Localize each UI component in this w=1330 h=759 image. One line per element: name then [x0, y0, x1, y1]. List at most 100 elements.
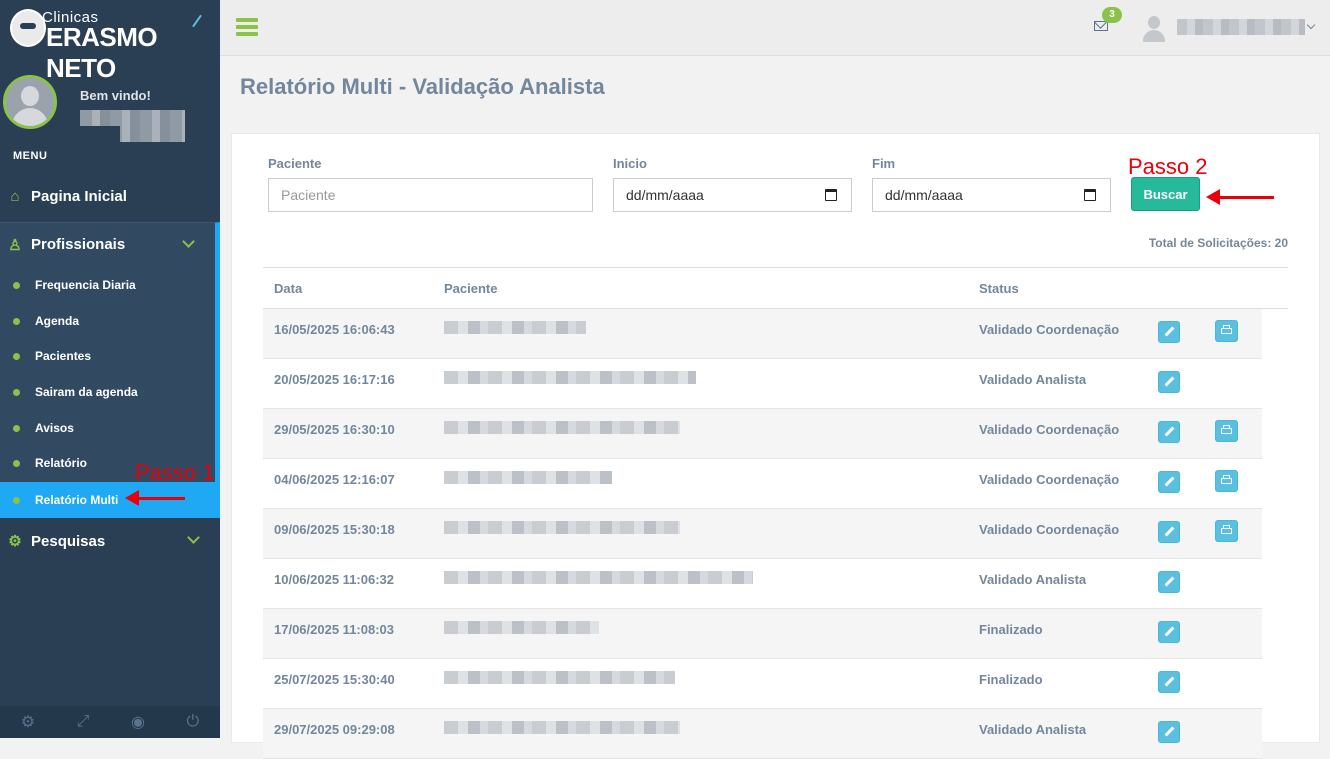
edit-button[interactable] — [1158, 671, 1180, 693]
row-date: 16/05/2025 16:06:43 — [274, 322, 395, 337]
total-solicitacoes: Total de Solicitações: 20 — [1148, 236, 1288, 250]
edit-button[interactable] — [1158, 571, 1180, 593]
user-avatar[interactable] — [1142, 14, 1166, 42]
user-name-redacted — [80, 110, 185, 142]
paciente-input[interactable]: Paciente — [268, 178, 593, 212]
edit-button[interactable] — [1158, 471, 1180, 493]
table-row: 17/06/2025 11:08:03 Finalizado — [263, 609, 1262, 659]
submenu-item-avisos[interactable]: Avisos — [0, 410, 220, 446]
row-status: Validado Coordenação — [979, 422, 1120, 437]
inicio-date-input[interactable]: dd/mm/aaaa — [613, 178, 852, 212]
row-status: Validado Coordenação — [979, 522, 1120, 537]
edit-button[interactable] — [1158, 421, 1180, 443]
row-date: 29/07/2025 09:29:08 — [274, 722, 395, 737]
chevron-down-icon — [187, 531, 200, 544]
sidebar-item-pagina-inicial[interactable]: ⌂ Pagina Inicial — [0, 174, 220, 218]
row-status: Validado Analista — [979, 372, 1087, 387]
patient-name-redacted — [444, 671, 675, 684]
patient-name-redacted — [444, 721, 680, 734]
calendar-icon[interactable] — [1084, 189, 1096, 201]
page-title: Relatório Multi - Validação Analista — [240, 74, 605, 99]
submenu-item-relatorio-multi[interactable]: Relatório Multi — [0, 482, 220, 518]
submenu-item-frequencia-diaria[interactable]: Frequencia Diaria — [0, 267, 220, 303]
logo-big-text: ERASMO NETO — [46, 22, 158, 83]
annotation-arrow-step2 — [1206, 189, 1274, 205]
table-row: 25/07/2025 15:30:40 Finalizado — [263, 659, 1262, 709]
fim-date-value: dd/mm/aaaa — [885, 187, 963, 203]
row-date: 09/06/2025 15:30:18 — [274, 522, 395, 537]
avatar — [3, 75, 57, 129]
mail-count-badge: 3 — [1102, 7, 1122, 23]
table-row: 29/05/2025 16:30:10 Validado Coordenação — [263, 409, 1262, 459]
menu-title: MENU — [13, 150, 48, 162]
annotation-step2: Passo 2 — [1128, 154, 1208, 179]
patient-name-redacted — [444, 321, 586, 334]
sidebar-item-label: Pesquisas — [31, 532, 106, 550]
edit-button[interactable] — [1158, 721, 1180, 743]
edit-button[interactable] — [1158, 621, 1180, 643]
envelope-icon[interactable] — [1094, 21, 1108, 31]
welcome-text: Bem vindo! — [80, 88, 151, 103]
top-navbar: 3 — [220, 0, 1330, 56]
patient-name-redacted — [444, 571, 753, 584]
settings-icon[interactable]: ⚙ — [21, 712, 35, 732]
row-date: 29/05/2025 16:30:10 — [274, 422, 395, 437]
sidebar-item-profissionais[interactable]: ♙ Profissionais — [0, 222, 220, 266]
sidebar: Clinicas ERASMO NETO Bem vindo! MENU ⌂ P… — [0, 0, 220, 738]
row-status: Finalizado — [979, 672, 1043, 687]
buscar-button[interactable]: Buscar — [1131, 177, 1200, 211]
print-button[interactable] — [1215, 320, 1238, 342]
row-status: Validado Coordenação — [979, 472, 1120, 487]
fim-label: Fim — [872, 156, 896, 171]
edit-button[interactable] — [1158, 371, 1180, 393]
edit-button[interactable] — [1158, 521, 1180, 543]
table-row: 20/05/2025 16:17:16 Validado Analista — [263, 359, 1262, 409]
fullscreen-icon[interactable]: ⤢ — [77, 713, 90, 731]
column-header-status[interactable]: Status — [979, 281, 1019, 296]
row-date: 25/07/2025 15:30:40 — [274, 672, 395, 687]
table-row: 09/06/2025 15:30:18 Validado Coordenação — [263, 509, 1262, 559]
patient-name-redacted — [444, 371, 696, 384]
column-header-paciente[interactable]: Paciente — [444, 281, 497, 296]
row-status: Finalizado — [979, 622, 1043, 637]
submenu-item-agenda[interactable]: Agenda — [0, 303, 220, 339]
inicio-label: Inicio — [613, 156, 647, 171]
edit-button[interactable] — [1158, 321, 1180, 343]
annotation-step1: Passo 1 — [135, 460, 215, 485]
calendar-icon[interactable] — [825, 189, 837, 201]
power-icon[interactable]: ⏻ — [187, 713, 200, 731]
sidebar-footer: ⚙ ⤢ ◉ ⏻ — [0, 706, 220, 738]
patient-name-redacted — [444, 621, 599, 634]
sidebar-item-pesquisas[interactable]: ⚙ Pesquisas — [0, 519, 220, 563]
table-row: 10/06/2025 11:06:32 Validado Analista — [263, 559, 1262, 609]
chevron-down-icon[interactable] — [1306, 20, 1316, 30]
print-button[interactable] — [1215, 420, 1238, 442]
print-button[interactable] — [1215, 520, 1238, 542]
patient-name-redacted — [444, 421, 680, 434]
row-date: 10/06/2025 11:06:32 — [274, 572, 394, 587]
row-status: Validado Analista — [979, 572, 1087, 587]
row-date: 20/05/2025 16:17:16 — [274, 372, 395, 387]
clinic-logo[interactable]: Clinicas ERASMO NETO — [0, 0, 220, 83]
eye-slash-icon[interactable]: ◉ — [131, 712, 145, 732]
sidebar-item-label: Profissionais — [31, 236, 126, 253]
fim-date-input[interactable]: dd/mm/aaaa — [872, 178, 1111, 212]
menu-toggle-icon[interactable] — [236, 18, 258, 36]
users-icon: ♙ — [8, 236, 22, 254]
column-header-data[interactable]: Data — [274, 281, 302, 296]
patient-name-redacted — [444, 471, 612, 484]
table-row: 04/06/2025 12:16:07 Validado Coordenação — [263, 459, 1262, 509]
patient-name-redacted — [444, 521, 680, 534]
row-date: 17/06/2025 11:08:03 — [274, 622, 394, 637]
chevron-down-icon — [182, 235, 195, 248]
user-name-redacted[interactable] — [1177, 19, 1305, 35]
print-button[interactable] — [1215, 470, 1238, 492]
paciente-label: Paciente — [268, 156, 322, 171]
logo-face-icon — [10, 9, 46, 47]
submenu-item-pacientes[interactable]: Pacientes — [0, 338, 220, 374]
row-date: 04/06/2025 12:16:07 — [274, 472, 395, 487]
row-status: Validado Coordenação — [979, 322, 1120, 337]
cogs-icon: ⚙ — [8, 533, 22, 550]
table-row: 29/07/2025 09:29:08 Validado Analista — [263, 709, 1262, 759]
submenu-item-sairam-da-agenda[interactable]: Sairam da agenda — [0, 374, 220, 410]
